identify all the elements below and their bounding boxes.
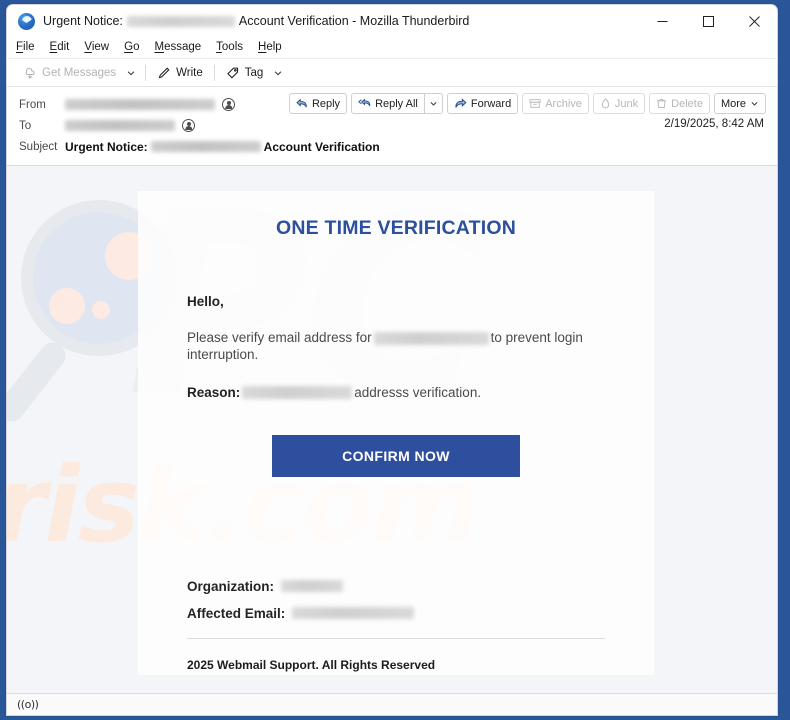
reply-all-label: Reply All — [375, 97, 418, 110]
contact-card-icon[interactable] — [222, 98, 235, 111]
tag-button[interactable]: Tag — [220, 63, 270, 83]
detail-row-affected-email: Affected Email: — [187, 606, 632, 621]
email-content-card: ONE TIME VERIFICATION Hello, Please veri… — [138, 191, 654, 675]
message-header-pane: Reply Reply All Forward Archive Junk Del… — [7, 87, 777, 166]
email-details-block: Organization: Affected Email: — [187, 579, 632, 621]
menu-item-message[interactable]: Message — [154, 42, 209, 54]
forward-button[interactable]: Forward — [446, 93, 519, 114]
delete-label: Delete — [671, 97, 703, 110]
menu-bar: FFileile Edit View Go Message Tools Help — [7, 38, 777, 59]
menu-item-edit[interactable]: Edit — [50, 42, 78, 54]
junk-button[interactable]: Junk — [592, 93, 646, 114]
thunderbird-logo-icon — [18, 13, 35, 30]
window-title-redacted-address — [126, 16, 235, 27]
subject-redacted-address — [150, 141, 261, 152]
minimize-icon[interactable] — [639, 5, 685, 38]
thunderbird-window: Urgent Notice: Account Verification - Mo… — [6, 4, 778, 716]
tag-label: Tag — [244, 66, 264, 79]
get-messages-button[interactable]: Get Messages — [17, 63, 122, 83]
title-bar: Urgent Notice: Account Verification - Mo… — [7, 5, 777, 38]
email-paragraph-verify: Please verify email address for to preven… — [187, 329, 617, 364]
header-row-to: To — [7, 115, 777, 136]
forward-label: Forward — [470, 97, 512, 110]
maximize-icon[interactable] — [685, 5, 731, 38]
from-value-redacted[interactable] — [65, 99, 215, 110]
junk-label: Junk — [614, 97, 639, 110]
write-button[interactable]: Write — [151, 63, 209, 83]
tag-chevron-down-icon[interactable] — [269, 65, 287, 81]
affected-email-label: Affected Email: — [187, 605, 286, 621]
window-controls — [639, 5, 777, 38]
message-action-buttons: Reply Reply All Forward Archive Junk Del… — [285, 93, 766, 114]
paragraph-text-before: Please verify email address for — [187, 330, 372, 345]
menu-item-go[interactable]: Go — [124, 42, 147, 54]
archive-button[interactable]: Archive — [522, 93, 589, 114]
reply-label: Reply — [311, 97, 341, 110]
header-row-subject: Subject Urgent Notice: Account Verificat… — [7, 136, 777, 157]
delete-button[interactable]: Delete — [649, 93, 710, 114]
close-icon[interactable] — [731, 5, 777, 38]
email-address-redacted — [373, 331, 489, 345]
reply-all-chevron-down-icon[interactable] — [423, 93, 443, 114]
connection-broadcast-icon[interactable]: ((o)) — [13, 697, 42, 712]
toolbar-separator-1 — [145, 64, 147, 81]
subject-suffix: Account Verification — [263, 139, 380, 154]
email-paragraph-reason: Reason: addresss verification. — [187, 384, 617, 401]
toolbar-separator-2 — [213, 64, 215, 81]
organization-value-redacted — [281, 580, 343, 593]
archive-label: Archive — [545, 97, 582, 110]
more-label: More — [720, 97, 746, 110]
menu-item-file[interactable]: FFileile — [16, 42, 43, 54]
reason-value-redacted — [242, 386, 353, 400]
get-messages-chevron-down-icon[interactable] — [122, 65, 140, 81]
reason-label: Reason: — [187, 384, 241, 400]
get-messages-label: Get Messages — [42, 66, 117, 79]
organization-label: Organization: — [187, 578, 274, 594]
reason-text-after: addresss verification. — [354, 384, 482, 400]
email-footer-text: 2025 Webmail Support. All Rights Reserve… — [187, 657, 436, 672]
footer-divider — [187, 637, 605, 639]
window-title-suffix: Account Verification - Mozilla Thunderbi… — [238, 14, 470, 29]
to-label: To — [19, 119, 32, 132]
affected-email-value-redacted — [292, 607, 415, 620]
menu-item-help[interactable]: Help — [258, 42, 290, 54]
to-value-redacted[interactable] — [65, 120, 175, 131]
desktop-background: Urgent Notice: Account Verification - Mo… — [0, 0, 790, 720]
status-bar: ((o)) — [7, 693, 777, 715]
from-label: From — [19, 98, 46, 111]
more-button[interactable]: More — [713, 93, 766, 114]
confirm-now-button[interactable]: CONFIRM NOW — [272, 434, 520, 477]
write-label: Write — [176, 66, 203, 79]
contact-card-icon[interactable] — [182, 119, 195, 132]
menu-item-view[interactable]: View — [84, 42, 117, 54]
reply-button[interactable]: Reply — [288, 93, 348, 114]
detail-row-organization: Organization: — [187, 579, 632, 594]
reply-all-button[interactable]: Reply All — [351, 93, 424, 114]
message-date: 2/19/2025, 8:42 AM — [664, 118, 764, 130]
window-title-prefix: Urgent Notice: — [43, 14, 123, 29]
main-toolbar: Get Messages Write Tag — [7, 59, 777, 87]
message-body-pane: PC risk.com ONE TIME VERIFICATION Hello,… — [7, 166, 777, 693]
subject-label: Subject — [19, 140, 58, 153]
email-heading: ONE TIME VERIFICATION — [275, 217, 516, 239]
subject-prefix: Urgent Notice: — [65, 139, 148, 154]
email-greeting: Hello, — [187, 294, 224, 309]
menu-item-tools[interactable]: Tools — [216, 42, 251, 54]
